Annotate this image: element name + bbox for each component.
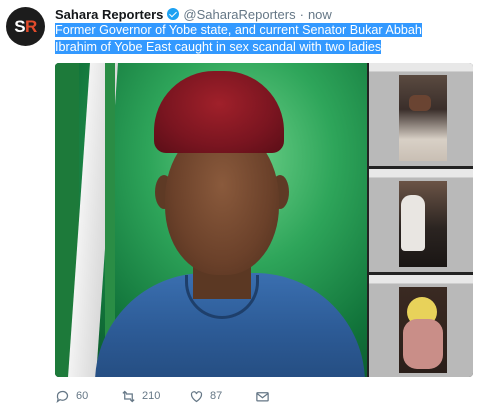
direct-message-button[interactable]	[255, 389, 270, 404]
avatar-letter-s: S	[14, 16, 26, 36]
cap-shape	[154, 71, 284, 153]
thumbnail-toolbar	[369, 169, 473, 178]
media-grid	[55, 63, 473, 377]
avatar-letter-r: R	[25, 16, 37, 36]
retweet-button[interactable]: 210	[121, 389, 189, 404]
thumbnail-figure	[409, 95, 431, 111]
heart-icon	[190, 390, 203, 402]
like-count: 87	[210, 390, 223, 402]
author-name[interactable]: Sahara Reporters	[55, 7, 163, 22]
avatar[interactable]: SR	[6, 7, 45, 46]
reply-icon	[56, 390, 69, 403]
thumbnail-photo-3[interactable]	[369, 275, 473, 377]
reply-button[interactable]: 60	[55, 389, 121, 404]
retweet-icon	[122, 390, 135, 402]
tweet-card: SR Sahara Reporters @SaharaReporters · n…	[0, 0, 485, 410]
thumbnail-figure	[401, 195, 425, 251]
thumbnail-toolbar	[369, 63, 473, 72]
verified-badge-icon	[167, 8, 180, 20]
thumbnail-photo-2[interactable]	[369, 169, 473, 272]
retweet-count: 210	[142, 390, 161, 402]
thumbnail-toolbar	[369, 275, 473, 284]
thumbnail-column	[369, 63, 473, 377]
tweet-text: Former Governor of Yobe state, and curre…	[55, 22, 465, 56]
main-photo[interactable]	[55, 63, 367, 377]
tweet-text-selected: Former Governor of Yobe state, and curre…	[55, 23, 422, 54]
envelope-icon	[256, 391, 269, 401]
tweet-header: Sahara Reporters @SaharaReporters · now	[55, 6, 332, 22]
thumbnail-figure	[403, 319, 443, 369]
tweet-timestamp[interactable]: now	[308, 7, 332, 22]
thumbnail-frame	[399, 75, 447, 161]
like-button[interactable]: 87	[189, 389, 255, 404]
author-handle[interactable]: @SaharaReporters	[183, 7, 295, 22]
tweet-actions: 60 210 87	[55, 388, 270, 404]
separator-dot: ·	[299, 6, 304, 22]
thumbnail-photo-1[interactable]	[369, 63, 473, 166]
reply-count: 60	[76, 390, 89, 402]
